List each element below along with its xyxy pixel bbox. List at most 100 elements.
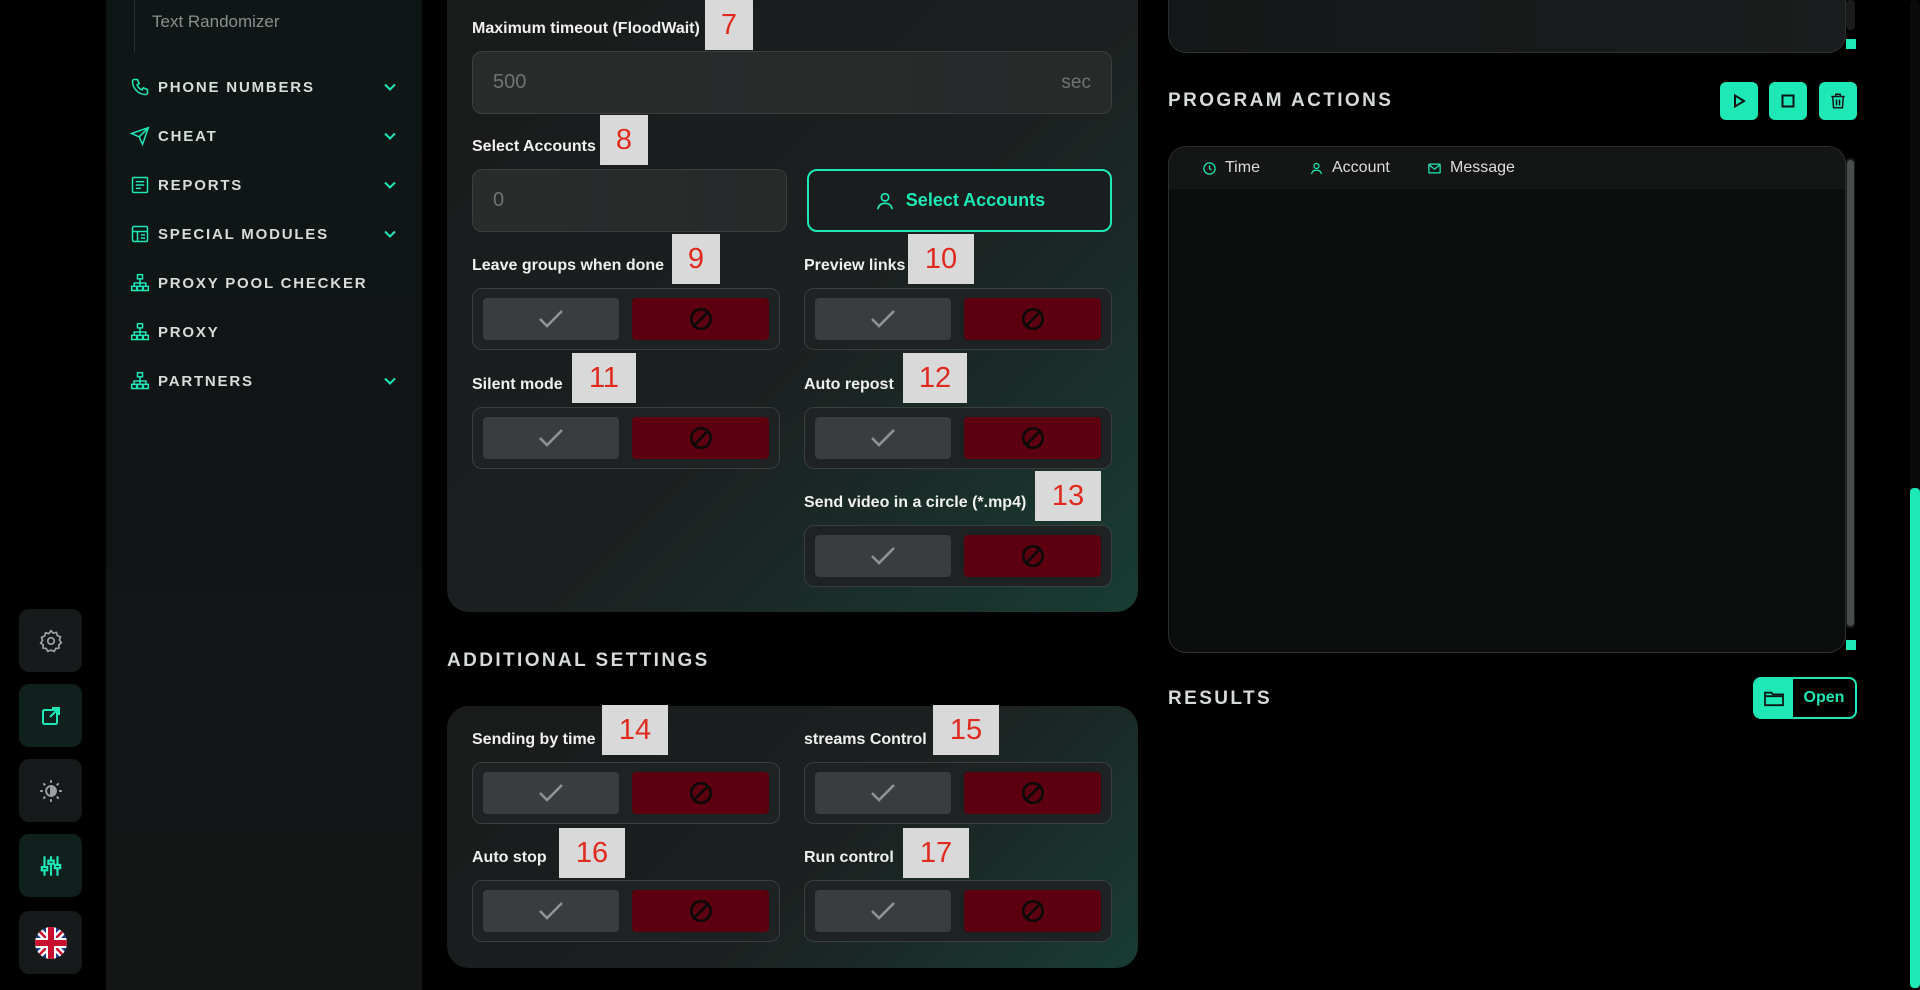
log-scrollbar-thumb[interactable] <box>1847 160 1854 626</box>
disable-button[interactable] <box>632 772 769 814</box>
enable-button[interactable] <box>483 298 619 340</box>
block-icon <box>689 426 712 450</box>
text-panel-scrollbar[interactable] <box>1846 0 1855 30</box>
settings-button[interactable] <box>19 609 82 672</box>
disable-button[interactable] <box>964 298 1101 340</box>
resize-handle-icon[interactable] <box>1846 39 1856 49</box>
disable-button[interactable] <box>964 890 1101 932</box>
sidebar-item-reports[interactable]: REPORTS <box>130 170 400 200</box>
folder-icon <box>1755 679 1793 717</box>
send-video-label: Send video in a circle (*.mp4) <box>804 494 1027 511</box>
max-timeout-value: 500 <box>493 71 527 93</box>
submenu-divider <box>134 0 135 52</box>
stop-button[interactable] <box>1769 82 1807 120</box>
filters-button[interactable] <box>19 834 82 897</box>
disable-button[interactable] <box>632 298 769 340</box>
annotation-tag: 7 <box>705 0 753 50</box>
sidebar-item-special-modules[interactable]: SPECIAL MODULES <box>130 219 400 249</box>
gear-icon <box>38 628 62 652</box>
check-icon <box>539 902 563 920</box>
select-accounts-button[interactable]: Select Accounts <box>807 169 1112 232</box>
network-icon <box>130 371 150 391</box>
clear-log-button[interactable] <box>1819 82 1857 120</box>
clock-icon <box>1203 161 1216 175</box>
annotation-tag: 13 <box>1035 471 1101 521</box>
resize-handle-icon[interactable] <box>1846 640 1856 650</box>
text-panel <box>1168 0 1846 53</box>
chevron-down-icon <box>384 377 396 385</box>
icon-rail <box>0 0 106 990</box>
mail-icon <box>1428 163 1441 173</box>
seconds-suffix: sec <box>1061 71 1091 93</box>
run-control-label: Run control <box>804 849 894 866</box>
log-header: Time Account Message <box>1169 147 1845 189</box>
check-icon <box>539 784 563 802</box>
sidebar-item-label: PROXY <box>158 323 220 341</box>
max-timeout-input[interactable]: 500 sec <box>472 51 1112 114</box>
block-icon <box>1021 307 1044 331</box>
column-label: Account <box>1332 159 1390 176</box>
streams-control-label: streams Control <box>804 731 927 748</box>
external-link-icon <box>41 706 60 725</box>
enable-button[interactable] <box>483 890 619 932</box>
disable-button[interactable] <box>632 417 769 459</box>
sidebar-item-label: PARTNERS <box>158 372 254 390</box>
enable-button[interactable] <box>483 772 619 814</box>
preview-links-toggle <box>804 288 1112 350</box>
check-icon <box>871 547 895 565</box>
disable-button[interactable] <box>632 890 769 932</box>
sending-by-time-label: Sending by time <box>472 731 596 748</box>
column-label: Message <box>1450 159 1515 176</box>
silent-mode-toggle <box>472 407 780 469</box>
block-icon <box>689 781 712 805</box>
sidebar-item-partners[interactable]: PARTNERS <box>130 366 400 396</box>
theme-toggle-button[interactable] <box>19 759 82 822</box>
annotation-tag: 16 <box>559 828 625 878</box>
log-column-message[interactable]: Message <box>1427 159 1515 177</box>
max-timeout-label: Maximum timeout (FloodWait) <box>472 20 700 37</box>
start-button[interactable] <box>1720 82 1758 120</box>
enable-button[interactable] <box>815 298 951 340</box>
send-icon <box>130 126 150 146</box>
chevron-down-icon <box>384 181 396 189</box>
language-button[interactable] <box>19 911 82 974</box>
sidebar-subitem-text-randomizer[interactable]: Text Randomizer <box>152 12 280 32</box>
enable-button[interactable] <box>815 890 951 932</box>
disable-button[interactable] <box>964 417 1101 459</box>
log-column-time[interactable]: Time <box>1202 159 1260 177</box>
modules-icon <box>130 224 150 244</box>
network-icon <box>130 273 150 293</box>
open-results-button[interactable]: Open <box>1753 677 1857 719</box>
auto-repost-toggle <box>804 407 1112 469</box>
annotation-tag: 12 <box>903 353 967 403</box>
sidebar-item-label: PHONE NUMBERS <box>158 78 315 96</box>
sending-by-time-toggle <box>472 762 780 824</box>
accounts-count-value: 0 <box>493 189 505 211</box>
disable-button[interactable] <box>964 772 1101 814</box>
disable-button[interactable] <box>964 535 1101 577</box>
sidebar-item-proxy-pool-checker[interactable]: PROXY POOL CHECKER <box>130 268 400 298</box>
sidebar-item-phone-numbers[interactable]: PHONE NUMBERS <box>130 72 400 102</box>
user-icon <box>1310 162 1323 174</box>
report-icon <box>130 175 150 195</box>
enable-button[interactable] <box>815 417 951 459</box>
program-actions-title: PROGRAM ACTIONS <box>1168 90 1394 111</box>
check-icon <box>539 310 563 328</box>
block-icon <box>689 899 712 923</box>
uk-flag-icon <box>34 926 67 959</box>
sidebar-item-cheat[interactable]: CHEAT <box>130 121 400 151</box>
stop-icon <box>1781 94 1795 108</box>
open-external-button[interactable] <box>19 684 82 747</box>
enable-button[interactable] <box>815 535 951 577</box>
page-scrollbar-thumb[interactable] <box>1910 488 1920 988</box>
log-column-account[interactable]: Account <box>1309 159 1390 177</box>
open-button-label: Open <box>1803 689 1845 706</box>
auto-stop-toggle <box>472 880 780 942</box>
accounts-count-input[interactable]: 0 <box>472 169 787 232</box>
send-video-toggle <box>804 525 1112 587</box>
sidebar-item-proxy[interactable]: PROXY <box>130 317 400 347</box>
enable-button[interactable] <box>483 417 619 459</box>
results-title: RESULTS <box>1168 688 1273 709</box>
annotation-tag: 11 <box>572 353 636 403</box>
enable-button[interactable] <box>815 772 951 814</box>
